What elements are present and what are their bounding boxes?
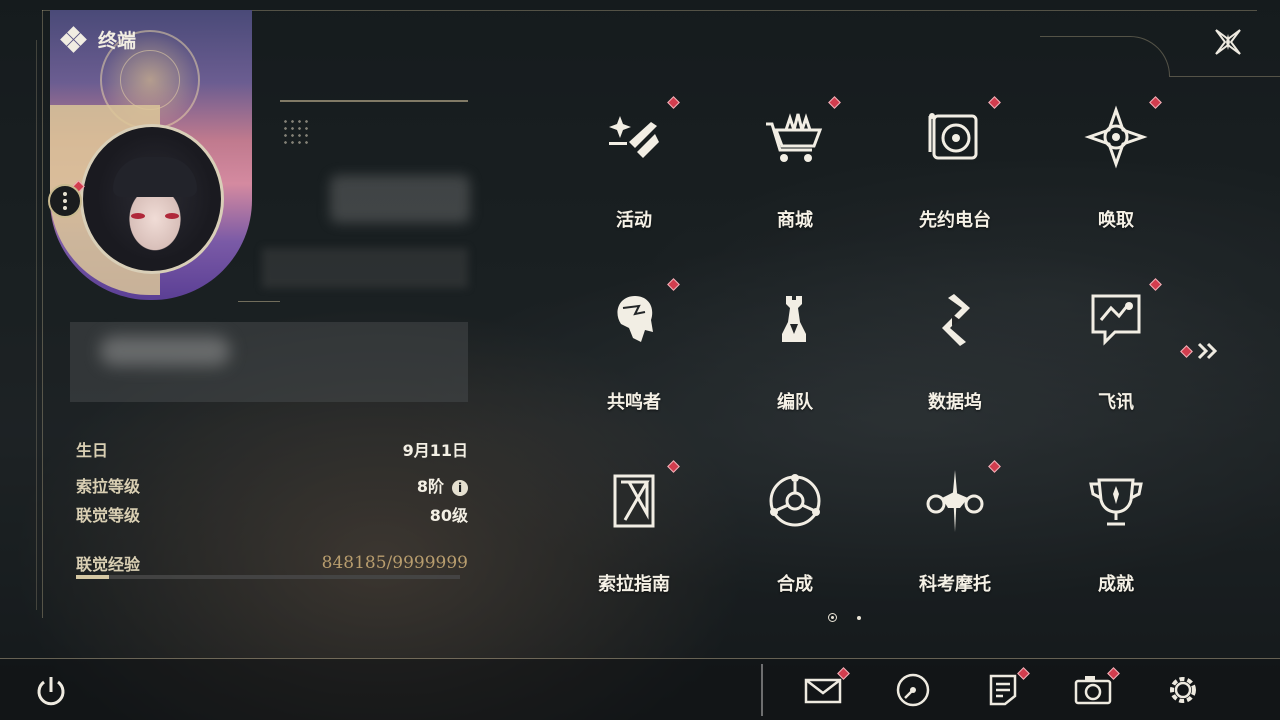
radio-turntable-icon <box>928 113 978 160</box>
notice-button[interactable] <box>983 667 1030 710</box>
clock-button[interactable] <box>893 670 933 710</box>
settings-button[interactable] <box>1163 670 1203 710</box>
trophy-icon <box>1089 478 1143 526</box>
signature-box[interactable] <box>70 322 468 402</box>
notification-badge <box>1149 96 1162 109</box>
stat-value: 80级 <box>429 506 468 525</box>
notification-badge <box>1149 278 1162 291</box>
stat-value: 9月11日 <box>402 441 468 460</box>
close-icon[interactable] <box>1208 22 1248 62</box>
menu-item-achievements[interactable]: 成就 <box>1036 462 1196 612</box>
page-title-text: 终端 <box>98 30 137 52</box>
guide-book-icon <box>613 474 655 528</box>
page-indicator <box>828 613 861 622</box>
menu-item-label: 先约电台 <box>919 210 991 231</box>
stat-label: 索拉等级 <box>76 477 141 496</box>
frame-line <box>1169 76 1280 77</box>
dot-grid-decoration <box>282 118 310 146</box>
menu-item-label: 数据坞 <box>928 392 982 413</box>
shop-cart-icon <box>766 113 823 162</box>
mail-button[interactable] <box>803 667 850 710</box>
notification-badge <box>667 278 680 291</box>
profile-options-button[interactable] <box>48 184 82 218</box>
menu-item-label: 科考摩托 <box>919 574 991 595</box>
menu-item-label: 合成 <box>777 574 813 595</box>
frame-line <box>36 40 37 610</box>
menu-item-label: 飞讯 <box>1098 392 1134 413</box>
diamond-cluster-icon <box>60 25 87 53</box>
exp-progress-fill <box>76 575 109 579</box>
info-icon[interactable]: i <box>452 479 468 496</box>
menu-item-label: 唤取 <box>1098 210 1134 231</box>
menu-item-motorbike[interactable]: 科考摩托 <box>875 460 1035 612</box>
avatar-hair <box>113 157 197 197</box>
resonator-head-icon <box>617 296 653 342</box>
menu-item-label: 索拉指南 <box>598 574 670 595</box>
message-chat-icon <box>1091 294 1141 346</box>
avatar-eye <box>131 213 145 219</box>
divider <box>238 301 280 302</box>
stat-value: 8阶 <box>416 477 444 496</box>
signature-redacted <box>100 336 230 366</box>
notification-badge <box>988 96 1001 109</box>
sparkle-activity-icon <box>609 116 659 158</box>
double-chevron-right-icon <box>1197 342 1218 360</box>
notification-badge <box>1180 344 1193 358</box>
clock-dial-icon <box>896 673 930 707</box>
menu-item-label: 共鸣者 <box>607 392 661 413</box>
banner-decoration <box>120 50 180 110</box>
next-page-button[interactable] <box>1180 340 1222 362</box>
compass-star-icon <box>1084 105 1148 169</box>
notification-badge <box>667 96 680 109</box>
notification-badge <box>988 460 1001 473</box>
menu-item-synthesis[interactable]: 合成 <box>715 462 875 612</box>
power-icon[interactable] <box>32 672 70 710</box>
menu-item-label: 编队 <box>777 392 813 413</box>
stat-label: 生日 <box>76 441 109 460</box>
stat-union-exp: 联觉经验 848185/9999999 <box>76 551 468 575</box>
page-dot[interactable] <box>857 615 861 620</box>
notice-note-icon <box>989 674 1017 706</box>
data-dock-icon <box>942 294 970 346</box>
avatar-eye <box>165 213 179 219</box>
menu-item-activity[interactable]: 活动 <box>554 96 714 248</box>
menu-item-resonators[interactable]: 共鸣者 <box>554 278 714 430</box>
bottom-bar-separator <box>761 664 763 716</box>
stat-value: 848185/9999999 <box>321 553 468 573</box>
mail-icon <box>804 678 842 704</box>
frame-curve <box>1040 36 1170 76</box>
notification-badge <box>828 96 841 109</box>
page-title: 终端 <box>60 25 137 53</box>
stat-label: 联觉经验 <box>76 555 141 574</box>
menu-item-team[interactable]: 编队 <box>715 280 875 430</box>
menu-item-messages[interactable]: 飞讯 <box>1036 278 1196 430</box>
menu-item-label: 商城 <box>777 210 813 231</box>
frame-line <box>42 10 43 618</box>
menu-item-shop[interactable]: 商城 <box>715 96 875 248</box>
stat-birthday: 生日 9月11日 <box>76 437 468 461</box>
menu-item-guidebook[interactable]: 索拉指南 <box>554 460 714 612</box>
player-id-redacted <box>262 248 468 288</box>
avatar[interactable] <box>80 124 224 274</box>
menu-item-label: 活动 <box>616 210 652 231</box>
camera-button[interactable] <box>1073 667 1120 710</box>
motorbike-icon <box>926 470 984 532</box>
player-name-redacted <box>330 175 470 223</box>
stat-sola-level: 索拉等级 8阶 i <box>76 473 468 497</box>
camera-icon <box>1074 676 1112 705</box>
synthesis-orbit-icon <box>769 474 821 527</box>
name-divider <box>280 100 468 102</box>
exp-progress-bar <box>76 575 460 579</box>
stat-union-level: 联觉等级 80级 <box>76 502 468 526</box>
menu-item-convene[interactable]: 唤取 <box>1036 96 1196 248</box>
chess-team-icon <box>782 296 806 342</box>
menu-item-radio[interactable]: 先约电台 <box>875 96 1035 248</box>
menu-item-datadock[interactable]: 数据坞 <box>875 280 1035 430</box>
bottom-bar-divider <box>0 658 1280 659</box>
page-dot-active[interactable] <box>828 613 837 622</box>
settings-gear-icon <box>1170 677 1196 703</box>
menu-item-label: 成就 <box>1098 574 1134 595</box>
stat-label: 联觉等级 <box>76 506 141 525</box>
notification-badge <box>667 460 680 473</box>
